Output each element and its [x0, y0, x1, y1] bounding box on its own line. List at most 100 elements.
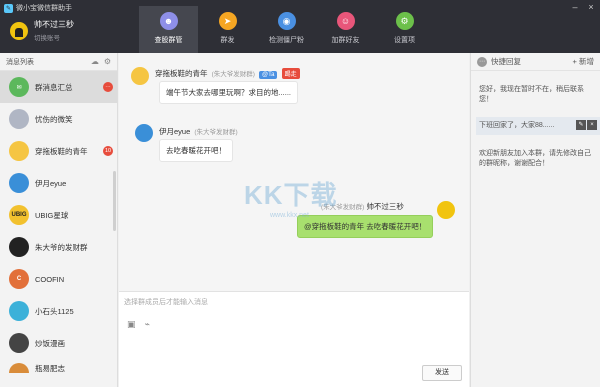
avatar: UBIG: [9, 205, 29, 225]
avatar: [9, 109, 29, 129]
user-profile[interactable]: 帅不过三秒 切换账号: [10, 19, 74, 42]
list-item-name: 伊月eyue: [35, 178, 67, 188]
list-item-name: 穿拖板鞋的青年: [35, 146, 88, 156]
person-icon: ☻: [159, 12, 178, 30]
main-nav: ☻ 查股群管 ➤ 群发 ◉ 检测僵尸粉 ☺ 加群好友 ⚙ 设置项: [139, 6, 434, 53]
list-item[interactable]: 瓶易肥志: [0, 359, 117, 373]
message-bubble: 去吃春暖花开吧！: [159, 139, 233, 162]
send-button[interactable]: 发送: [422, 365, 462, 381]
message-list-header: 消息列表 ☁ ⚙: [0, 53, 117, 71]
chat-area: 穿拖板鞋的青年 (朱大爷发财群) @Ta 踢走 端午节大家去哪里玩啊？求目的地.…: [119, 53, 469, 291]
sender-group: (朱大爷发财群): [194, 129, 238, 136]
title-bar: ✎ 微小宝微信群助手: [4, 2, 72, 14]
quick-reply-actions: ✎ ×: [576, 120, 597, 130]
message-bubble: @穿拖板鞋的青年 去吃春暖花开吧！: [297, 215, 434, 238]
avatar: [9, 237, 29, 257]
switch-account-link[interactable]: 切换账号: [34, 32, 74, 42]
list-item[interactable]: 伊月eyue: [0, 167, 117, 199]
minimize-icon[interactable]: –: [568, 1, 582, 13]
app-title: 微小宝微信群助手: [16, 5, 72, 12]
send-icon: ➤: [218, 12, 237, 30]
avatar: [9, 363, 29, 373]
quick-reply-text: 下班回家了，大家88......: [479, 122, 555, 129]
quick-reply-panel: ⋯ 快捷回复 + 新增 您好，我现在暂时不在，稍后联系您！ 下班回家了，大家88…: [470, 53, 600, 387]
avatar: [9, 173, 29, 193]
sender-name: 伊月eyue: [159, 127, 191, 136]
sender-name: 帅不过三秒: [366, 202, 404, 211]
gear-icon: ⚙: [395, 12, 414, 30]
close-icon[interactable]: ×: [584, 1, 598, 13]
user-name: 帅不过三秒: [34, 20, 74, 29]
input-toolbar: ▣ ⌁: [127, 319, 150, 330]
user-avatar[interactable]: [10, 21, 28, 40]
list-item[interactable]: C COOFIN: [0, 263, 117, 295]
window-controls: – ×: [568, 1, 598, 13]
nav-item-settings[interactable]: ⚙ 设置项: [375, 6, 434, 53]
scrollbar[interactable]: [113, 171, 116, 231]
message-bubble: 端午节大家去哪里玩啊？求目的地......: [159, 81, 299, 104]
delete-icon[interactable]: ×: [587, 120, 597, 130]
list-item[interactable]: 小石头1125: [0, 295, 117, 327]
avatar[interactable]: [437, 201, 455, 219]
edit-icon[interactable]: ✎: [576, 120, 586, 130]
list-item[interactable]: 忧伤的微笑: [0, 103, 117, 135]
quick-reply-item[interactable]: 欢迎新朋友加入本群，请先修改自己的群昵称，谢谢配合！: [479, 149, 597, 169]
avatar[interactable]: [131, 67, 149, 85]
quick-reply-header: ⋯ 快捷回复 + 新增: [471, 53, 600, 71]
list-item[interactable]: 朱大爷的发财群: [0, 231, 117, 263]
list-item[interactable]: 炒饭漫画: [0, 327, 117, 359]
avatar: [9, 333, 29, 353]
list-item-name: 朱大爷的发财群: [35, 242, 88, 252]
header-bar: ✎ 微小宝微信群助手 – × 帅不过三秒 切换账号 ☻ 查股群管 ➤ 群发 ◉ …: [0, 0, 600, 53]
message-list-panel: 消息列表 ☁ ⚙ ✉ 群消息汇总 ··· 忧伤的微笑 穿拖板鞋的青年 10 伊月…: [0, 53, 118, 387]
nav-label: 群发: [220, 37, 235, 44]
message-header: 穿拖板鞋的青年 (朱大爷发财群) @Ta 踢走: [155, 68, 300, 79]
nav-label: 检测僵尸粉: [269, 37, 304, 44]
list-item-name: COOFIN: [35, 274, 65, 284]
nav-label: 查股群管: [154, 37, 183, 44]
list-item[interactable]: 穿拖板鞋的青年 10: [0, 135, 117, 167]
sender-group: (朱大爷发财群): [211, 71, 255, 78]
add-reply-button[interactable]: + 新增: [573, 56, 594, 67]
add-friend-icon: ☺: [336, 12, 355, 30]
chat-settings-icon[interactable]: ☁: [91, 57, 99, 66]
list-item-name: 群消息汇总: [35, 82, 73, 92]
attachment-icon[interactable]: ⌁: [145, 319, 150, 330]
message-input[interactable]: 选择群成员后才能输入消息: [124, 297, 208, 307]
watermark-url: www.kkx.net: [270, 212, 309, 219]
avatar: [9, 141, 29, 161]
message-input-area[interactable]: 选择群成员后才能输入消息 ▣ ⌁ 发送: [119, 291, 469, 387]
quick-reply-icon: ⋯: [477, 56, 487, 67]
mention-button[interactable]: @Ta: [259, 71, 278, 79]
avatar: [9, 301, 29, 321]
quick-reply-item[interactable]: 下班回家了，大家88...... ✎ ×: [476, 117, 600, 135]
list-item-name: 瓶易肥志: [35, 364, 65, 373]
list-item[interactable]: UBIG UBIG星球: [0, 199, 117, 231]
image-icon[interactable]: ▣: [127, 319, 136, 330]
list-item[interactable]: ✉ 群消息汇总 ···: [0, 71, 117, 103]
gear-icon[interactable]: ⚙: [104, 57, 111, 66]
watermark: KK下载: [244, 180, 338, 210]
unread-badge: 10: [103, 146, 113, 156]
kick-button[interactable]: 踢走: [281, 68, 300, 79]
list-item-name: 小石头1125: [35, 306, 74, 316]
sender-name: 穿拖板鞋的青年: [155, 69, 208, 78]
unread-badge: ···: [103, 82, 113, 92]
detect-icon: ◉: [277, 12, 296, 30]
nav-label: 加群好友: [331, 37, 360, 44]
list-item-name: 忧伤的微笑: [35, 114, 73, 124]
message-header: 伊月eyue (朱大爷发财群): [159, 126, 238, 137]
nav-item-detect[interactable]: ◉ 检测僵尸粉: [257, 6, 316, 53]
list-item-name: UBIG星球: [35, 210, 69, 220]
nav-label: 设置项: [394, 37, 415, 44]
list-item-name: 炒饭漫画: [35, 338, 65, 348]
nav-item-broadcast[interactable]: ➤ 群发: [198, 6, 257, 53]
nav-item-group-manage[interactable]: ☻ 查股群管: [139, 6, 198, 53]
quick-reply-title: 快捷回复: [491, 57, 521, 66]
quick-reply-item[interactable]: 您好，我现在暂时不在，稍后联系您！: [479, 85, 597, 105]
avatar: C: [9, 269, 29, 289]
avatar[interactable]: [135, 124, 153, 142]
app-window: ✎ 微小宝微信群助手 – × 帅不过三秒 切换账号 ☻ 查股群管 ➤ 群发 ◉ …: [0, 0, 600, 387]
nav-item-add-friends[interactable]: ☺ 加群好友: [316, 6, 375, 53]
avatar: ✉: [9, 77, 29, 97]
